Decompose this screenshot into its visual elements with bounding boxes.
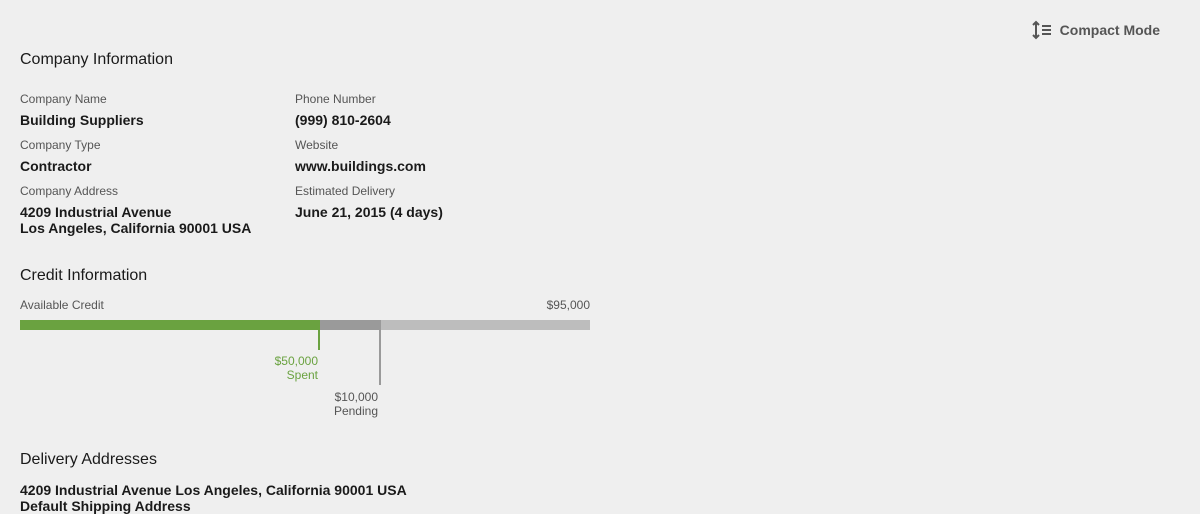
company-name-value: Building Suppliers <box>20 112 144 128</box>
delivery-addresses-heading: Delivery Addresses <box>20 451 157 468</box>
company-type-value: Contractor <box>20 158 92 174</box>
default-shipping-note: Default Shipping Address <box>20 498 191 514</box>
pending-label: Pending <box>333 404 378 418</box>
available-credit-label: Available Credit <box>20 298 104 312</box>
credit-bar-spent <box>20 320 320 330</box>
spent-marker <box>318 330 320 350</box>
credit-bar-pending <box>320 320 380 330</box>
credit-bar <box>20 320 590 330</box>
phone-label: Phone Number <box>295 92 376 106</box>
compact-mode-toggle[interactable]: Compact Mode <box>1031 20 1160 40</box>
spent-marker-label: $50,000 Spent <box>275 354 318 382</box>
spent-label: Spent <box>286 368 318 382</box>
pending-marker <box>379 320 381 385</box>
website-label: Website <box>295 138 339 152</box>
company-info-heading: Company Information <box>20 51 173 68</box>
line-height-icon <box>1031 20 1052 40</box>
delivery-address: 4209 Industrial Avenue Los Angeles, Cali… <box>20 482 407 498</box>
credit-total-value: $95,000 <box>546 298 590 312</box>
company-address-line2: Los Angeles, California 90001 USA <box>20 220 252 236</box>
phone-value: (999) 810-2604 <box>295 112 391 128</box>
pending-amount: $10,000 <box>334 390 378 404</box>
credit-info-heading: Credit Information <box>20 267 148 284</box>
estimated-delivery-value: June 21, 2015 (4 days) <box>295 204 443 220</box>
compact-mode-label: Compact Mode <box>1059 22 1160 38</box>
company-name-label: Company Name <box>20 92 107 106</box>
estimated-delivery-label: Estimated Delivery <box>295 184 396 198</box>
pending-marker-label: $10,000 Pending <box>334 390 378 418</box>
website-value[interactable]: www.buildings.com <box>295 158 426 174</box>
spent-amount: $50,000 <box>274 354 318 368</box>
company-address-label: Company Address <box>20 184 119 198</box>
company-address-line1: 4209 Industrial Avenue <box>20 204 172 220</box>
company-type-label: Company Type <box>20 138 101 152</box>
